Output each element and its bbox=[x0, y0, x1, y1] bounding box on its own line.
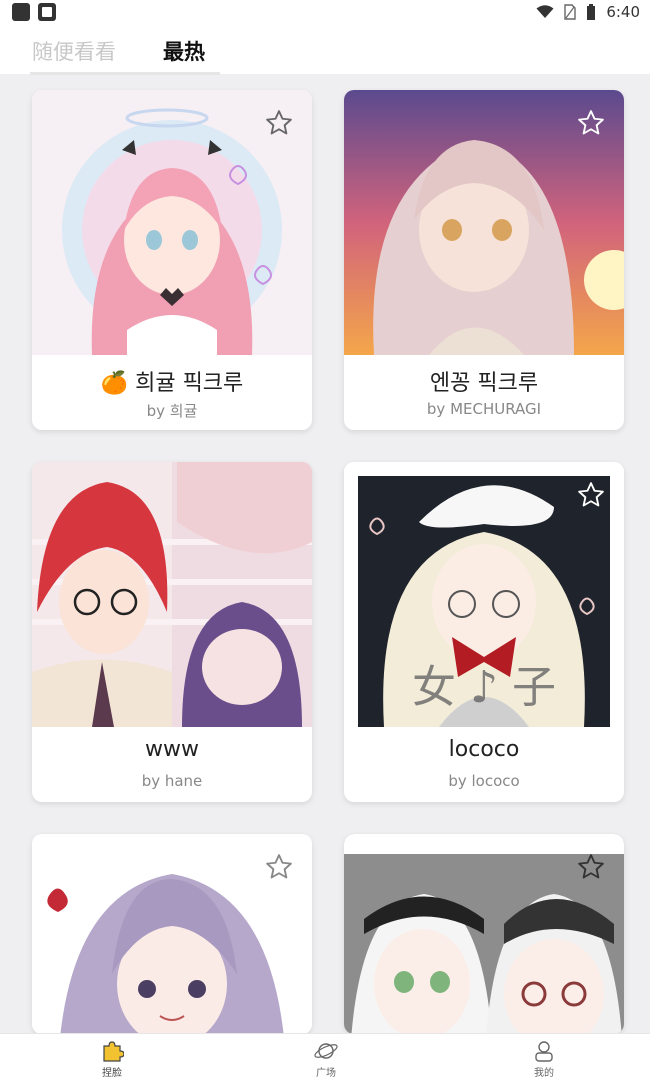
favorite-star-icon[interactable] bbox=[576, 480, 606, 510]
user-icon bbox=[535, 1041, 553, 1062]
nav-profile[interactable]: 我的 bbox=[514, 1040, 574, 1079]
battery-icon bbox=[587, 4, 596, 20]
status-time: 6:40 bbox=[606, 3, 640, 21]
creator-card[interactable]: 엔꽁 픽크루 by MECHURAGI bbox=[344, 90, 624, 430]
tab-bar: 随便看看 最热 bbox=[0, 24, 650, 74]
creator-card[interactable] bbox=[344, 834, 624, 1034]
tab-random[interactable]: 随便看看 bbox=[32, 36, 116, 66]
sim-icon bbox=[564, 4, 577, 20]
favorite-star-icon[interactable] bbox=[576, 852, 606, 882]
nav-create[interactable]: 捏脸 bbox=[82, 1040, 142, 1079]
card-title: lococo bbox=[448, 737, 520, 762]
tab-hottest[interactable]: 最热 bbox=[163, 36, 205, 66]
card-author: by MECHURAGI bbox=[426, 400, 542, 418]
bottom-navigation: 捏脸 广场 我的 bbox=[0, 1033, 650, 1083]
favorite-star-icon[interactable] bbox=[576, 108, 606, 138]
favorite-star-icon[interactable] bbox=[264, 108, 294, 138]
card-title: 엔꽁 픽크루 bbox=[429, 371, 539, 396]
character-preview-image bbox=[32, 462, 312, 727]
favorite-star-icon[interactable] bbox=[264, 852, 294, 882]
creator-card[interactable]: 🍊 희귤 픽크루 by 희귤 bbox=[32, 90, 312, 430]
gallery-notification-icon bbox=[38, 3, 56, 21]
card-author: by hane bbox=[141, 772, 203, 790]
status-bar: 6:40 bbox=[0, 0, 650, 24]
creator-card[interactable]: 女 ♪ 子 lococo by lococo bbox=[344, 462, 624, 802]
creator-card[interactable]: www by hane bbox=[32, 462, 312, 802]
creator-card[interactable] bbox=[32, 834, 312, 1034]
nav-plaza[interactable]: 广场 bbox=[296, 1040, 356, 1079]
planet-icon bbox=[314, 1043, 338, 1059]
svg-text:女 ♪ 子: 女 ♪ 子 bbox=[412, 662, 556, 713]
wifi-icon bbox=[536, 5, 554, 18]
app-notification-icon bbox=[12, 3, 30, 21]
card-author: by lococo bbox=[448, 772, 520, 790]
card-title: 🍊 희귤 픽크루 bbox=[100, 371, 244, 396]
card-title: www bbox=[145, 737, 199, 762]
card-author: by 희귤 bbox=[146, 402, 198, 420]
tangerine-emoji: 🍊 bbox=[100, 371, 129, 396]
puzzle-icon bbox=[103, 1041, 124, 1062]
character-grid: 🍊 희귤 픽크루 by 희귤 엔꽁 픽크루 by MECHURAGI www b… bbox=[0, 74, 650, 1034]
